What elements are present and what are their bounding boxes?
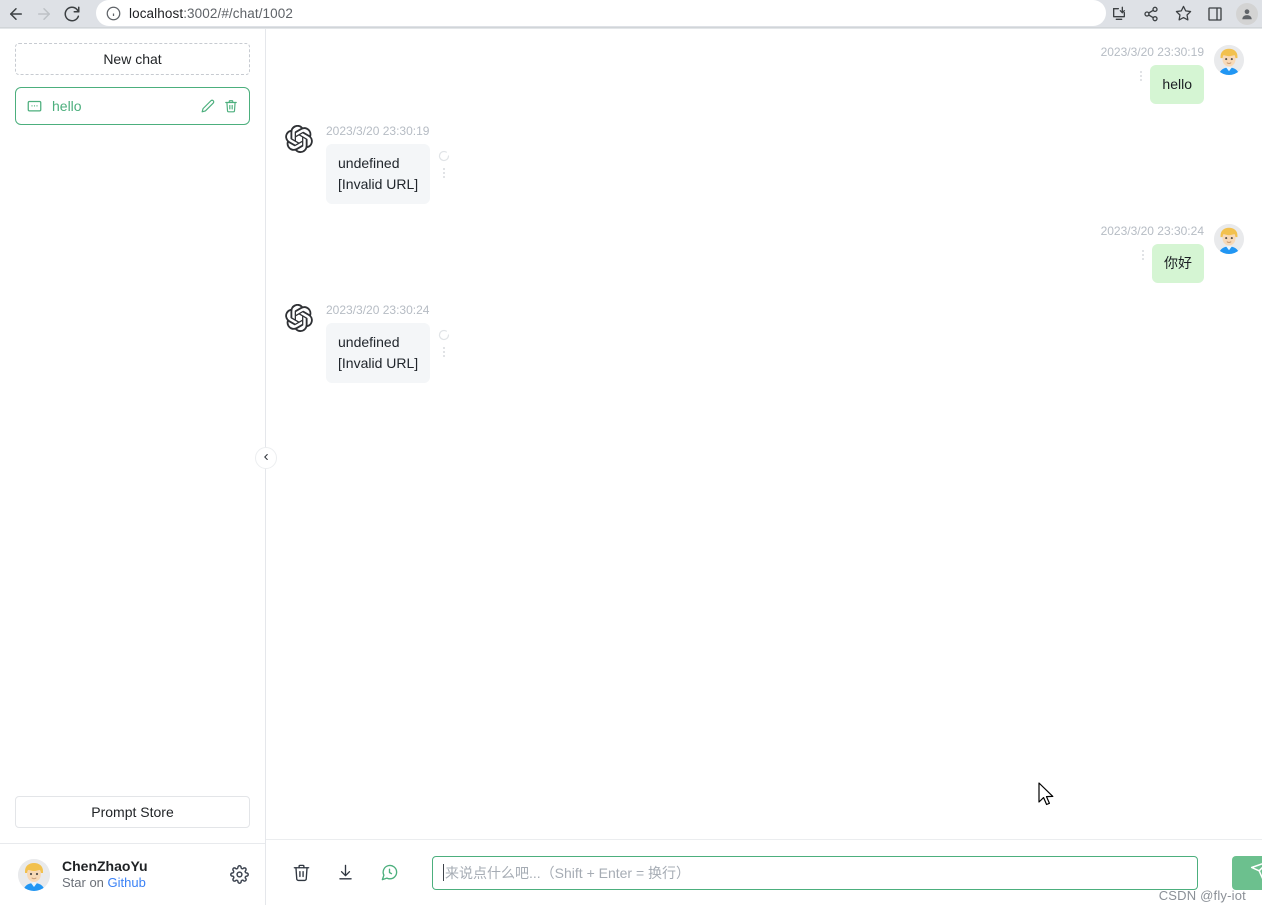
trash-clear-conversation-icon[interactable] xyxy=(288,860,314,886)
composer-bar: 来说点什么吧...（Shift + Enter = 换行） xyxy=(266,839,1262,905)
download-export-icon[interactable] xyxy=(332,860,358,886)
message-body: 2023/3/20 23:30:24 你好 xyxy=(1101,224,1204,283)
new-chat-button[interactable]: New chat xyxy=(15,43,250,75)
url-path: :3002/#/chat/1002 xyxy=(183,5,293,21)
message-row-assistant: 2023/3/20 23:30:19 undefined [Invalid UR… xyxy=(284,124,1244,204)
browser-toolbar: localhost:3002/#/chat/1002 xyxy=(0,0,1262,27)
user-name: ChenZhaoYu xyxy=(62,857,148,874)
back-arrow-icon[interactable] xyxy=(2,0,30,27)
user-avatar-icon xyxy=(1214,45,1244,75)
gear-settings-icon[interactable] xyxy=(227,863,251,887)
message-row-assistant: 2023/3/20 23:30:24 undefined [Invalid UR… xyxy=(284,303,1244,383)
star-on-label: Star on xyxy=(62,875,108,891)
chat-main: 2023/3/20 23:30:19 hello 2023/3/20 23:30… xyxy=(266,29,1262,905)
side-panel-icon[interactable] xyxy=(1204,3,1226,25)
message-body: 2023/3/20 23:30:19 undefined [Invalid UR… xyxy=(326,124,458,204)
loading-spinner-icon[interactable] xyxy=(438,150,450,162)
message-timestamp: 2023/3/20 23:30:24 xyxy=(326,303,430,317)
message-actions xyxy=(430,144,458,178)
message-timestamp: 2023/3/20 23:30:24 xyxy=(1100,224,1204,238)
share-icon[interactable] xyxy=(1140,3,1162,25)
reload-icon[interactable] xyxy=(58,0,86,27)
message-input[interactable]: 来说点什么吧...（Shift + Enter = 换行） xyxy=(432,855,1198,890)
sidebar-top: New chat xyxy=(0,29,265,75)
message-timestamp: 2023/3/20 23:30:19 xyxy=(326,124,430,138)
loading-spinner-icon[interactable] xyxy=(438,329,450,341)
message-body: 2023/3/20 23:30:19 hello xyxy=(1101,45,1204,104)
chevron-left-icon xyxy=(261,449,271,467)
message-input-placeholder: 来说点什么吧...（Shift + Enter = 换行） xyxy=(445,864,691,881)
message-body: 2023/3/20 23:30:24 undefined [Invalid UR… xyxy=(326,303,458,383)
url-text: localhost:3002/#/chat/1002 xyxy=(129,6,293,21)
bubble-row: undefined [Invalid URL] xyxy=(326,323,458,383)
message-bubble: 你好 xyxy=(1152,244,1204,283)
chat-list: hello xyxy=(0,75,265,796)
message-square-icon xyxy=(27,99,42,114)
more-options-icon[interactable] xyxy=(1142,250,1144,260)
profile-avatar-icon[interactable] xyxy=(1236,2,1258,25)
github-link[interactable]: Github xyxy=(108,875,146,890)
forward-arrow-icon[interactable] xyxy=(30,0,58,27)
message-actions xyxy=(1132,65,1150,81)
send-button[interactable] xyxy=(1232,855,1262,890)
chat-list-item-actions xyxy=(201,99,238,113)
message-row-user: 2023/3/20 23:30:24 你好 xyxy=(284,224,1244,283)
user-avatar-icon xyxy=(18,858,50,891)
chat-history-icon[interactable] xyxy=(376,860,402,886)
star-bookmark-icon[interactable] xyxy=(1172,3,1194,25)
pencil-edit-icon[interactable] xyxy=(201,99,215,113)
url-host: localhost xyxy=(129,5,184,21)
user-subtitle: Star on Github xyxy=(62,875,227,891)
sidebar-collapse-button[interactable] xyxy=(255,447,277,469)
browser-toolbar-actions xyxy=(1108,0,1258,27)
trash-delete-icon[interactable] xyxy=(224,99,238,113)
message-row-user: 2023/3/20 23:30:19 hello xyxy=(284,45,1244,104)
message-timestamp: 2023/3/20 23:30:19 xyxy=(1100,45,1204,59)
more-options-icon[interactable] xyxy=(443,347,446,357)
user-avatar-icon xyxy=(1214,224,1244,254)
bubble-row: 你好 xyxy=(1134,244,1204,283)
sidebar-bottom: Prompt Store xyxy=(0,796,265,843)
site-info-icon[interactable] xyxy=(106,6,121,21)
message-list: 2023/3/20 23:30:19 hello 2023/3/20 23:30… xyxy=(266,29,1262,839)
openai-logo-icon xyxy=(284,303,314,333)
user-meta: ChenZhaoYu Star on Github xyxy=(62,858,227,892)
address-bar[interactable]: localhost:3002/#/chat/1002 xyxy=(96,0,1106,26)
sidebar-user-footer: ChenZhaoYu Star on Github xyxy=(0,843,265,905)
send-paper-plane-icon xyxy=(1250,860,1262,885)
text-caret xyxy=(443,864,444,881)
message-bubble: undefined [Invalid URL] xyxy=(326,144,431,204)
more-options-icon[interactable] xyxy=(443,168,446,178)
bubble-row: hello xyxy=(1132,65,1204,104)
message-bubble: undefined [Invalid URL] xyxy=(326,323,431,383)
bubble-row: undefined [Invalid URL] xyxy=(326,144,458,204)
chat-list-item-hello[interactable]: hello xyxy=(15,87,250,125)
message-actions xyxy=(430,323,458,357)
install-app-icon[interactable] xyxy=(1108,3,1130,25)
message-bubble: hello xyxy=(1150,65,1204,104)
chatgpt-web-app: New chat hello Prompt Store ChenZhaoYu S… xyxy=(0,29,1262,905)
browser-nav-buttons xyxy=(0,0,86,27)
chat-list-item-title: hello xyxy=(52,98,82,114)
openai-logo-icon xyxy=(284,124,314,154)
sidebar: New chat hello Prompt Store ChenZhaoYu S… xyxy=(0,29,277,905)
more-options-icon[interactable] xyxy=(1140,71,1143,81)
prompt-store-button[interactable]: Prompt Store xyxy=(15,796,250,828)
message-actions xyxy=(1134,244,1152,260)
